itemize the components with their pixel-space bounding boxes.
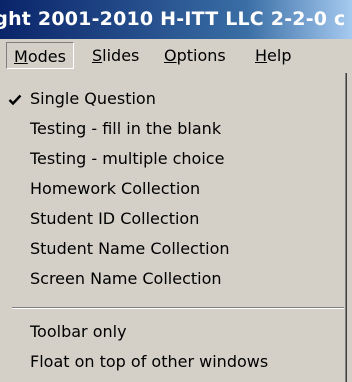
- menu-item-label: Homework Collection: [30, 179, 201, 198]
- menu-item-label: Toolbar only: [30, 322, 127, 341]
- menu-item-label: Screen Name Collection: [30, 269, 222, 288]
- menu-modes[interactable]: Modes: [6, 42, 74, 69]
- menu-item-screen-name-collection[interactable]: Screen Name Collection: [0, 264, 340, 294]
- menu-item-float-on-top[interactable]: Float on top of other windows: [0, 347, 340, 377]
- menu-item-student-id-collection[interactable]: Student ID Collection: [0, 204, 340, 234]
- menu-item-label: Single Question: [30, 89, 156, 108]
- menu-item-label: Testing - fill in the blank: [30, 119, 222, 138]
- menu-item-homework-collection[interactable]: Homework Collection: [0, 174, 340, 204]
- menu-item-testing-fill-in-the-blank[interactable]: Testing - fill in the blank: [0, 114, 340, 144]
- menu-item-testing-multiple-choice[interactable]: Testing - multiple choice: [0, 144, 340, 174]
- menu-item-label: Testing - multiple choice: [30, 149, 225, 168]
- menu-item-single-question[interactable]: Single Question: [0, 84, 340, 114]
- checkmark-icon: [8, 94, 22, 106]
- title-bar[interactable]: right 2001-2010 H-ITT LLC 2-2-0 c: [0, 0, 352, 39]
- menu-options[interactable]: Options: [158, 42, 232, 69]
- menu-bar: Modes Slides Options Help: [0, 39, 352, 73]
- menu-slides[interactable]: Slides: [86, 42, 145, 69]
- menu-item-student-name-collection[interactable]: Student Name Collection: [0, 234, 340, 264]
- window-title: right 2001-2010 H-ITT LLC 2-2-0 c: [0, 8, 346, 30]
- modes-dropdown-menu: Single Question Testing - fill in the bl…: [0, 73, 347, 382]
- menu-help[interactable]: Help: [249, 42, 297, 69]
- menu-item-label: Student Name Collection: [30, 239, 230, 258]
- menu-separator: [12, 307, 344, 309]
- menu-item-label: Student ID Collection: [30, 209, 200, 228]
- menu-item-toolbar-only[interactable]: Toolbar only: [0, 317, 340, 347]
- menu-item-label: Float on top of other windows: [30, 352, 269, 371]
